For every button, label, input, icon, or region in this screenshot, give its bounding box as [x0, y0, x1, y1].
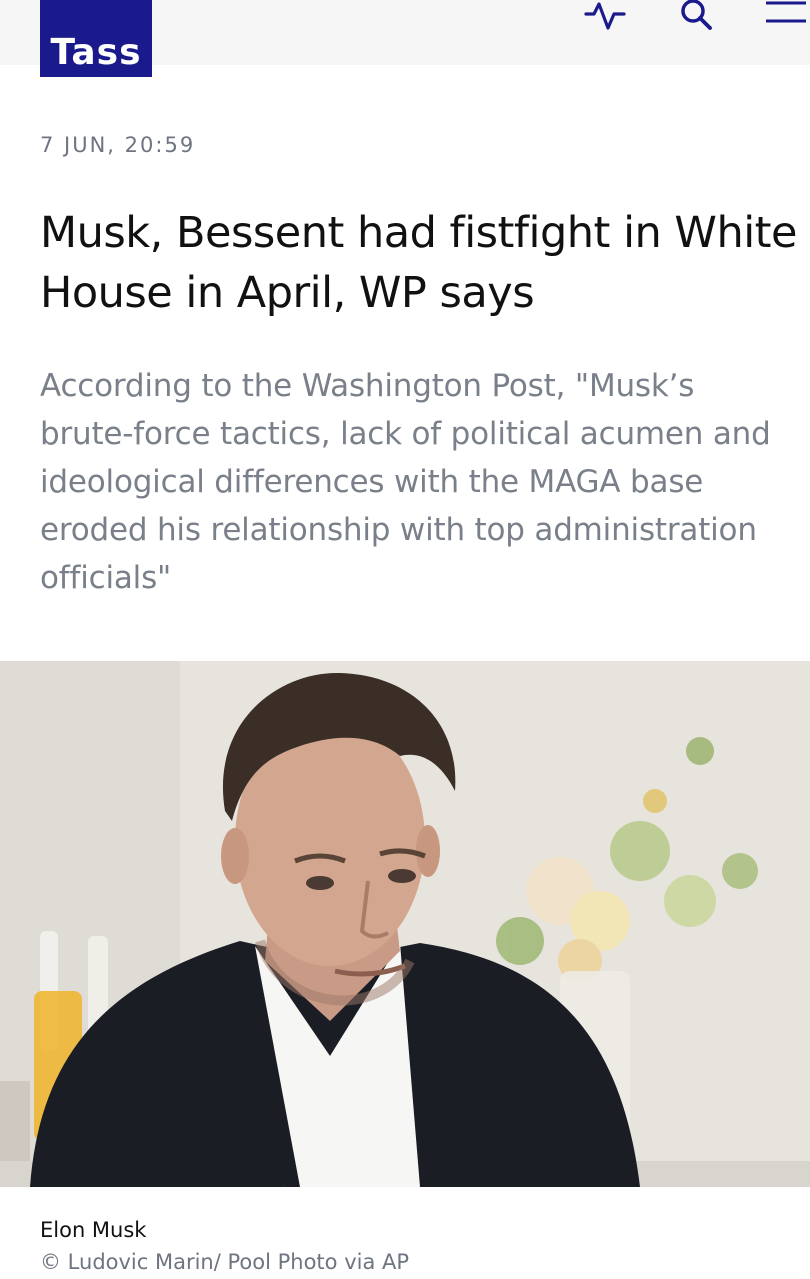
article-photo[interactable] — [0, 661, 810, 1187]
tass-logo[interactable]: Tass — [40, 0, 152, 77]
site-header: Tass — [0, 0, 810, 77]
activity-pulse-icon[interactable] — [584, 0, 628, 32]
search-icon[interactable] — [674, 0, 718, 32]
photo-credit: © Ludovic Marin/ Pool Photo via AP — [40, 1250, 410, 1274]
logo-text: Tass — [50, 32, 142, 73]
photo-caption: Elon Musk — [40, 1218, 147, 1242]
article-headline: Musk, Bessent had fistfight in White Hou… — [40, 208, 797, 318]
article-date: 7 JUN, 20:59 — [40, 133, 196, 157]
menu-icon[interactable] — [762, 0, 806, 32]
article-lead: According to the Washington Post, "Musk’… — [40, 368, 771, 596]
portrait-illustration — [0, 661, 810, 1187]
